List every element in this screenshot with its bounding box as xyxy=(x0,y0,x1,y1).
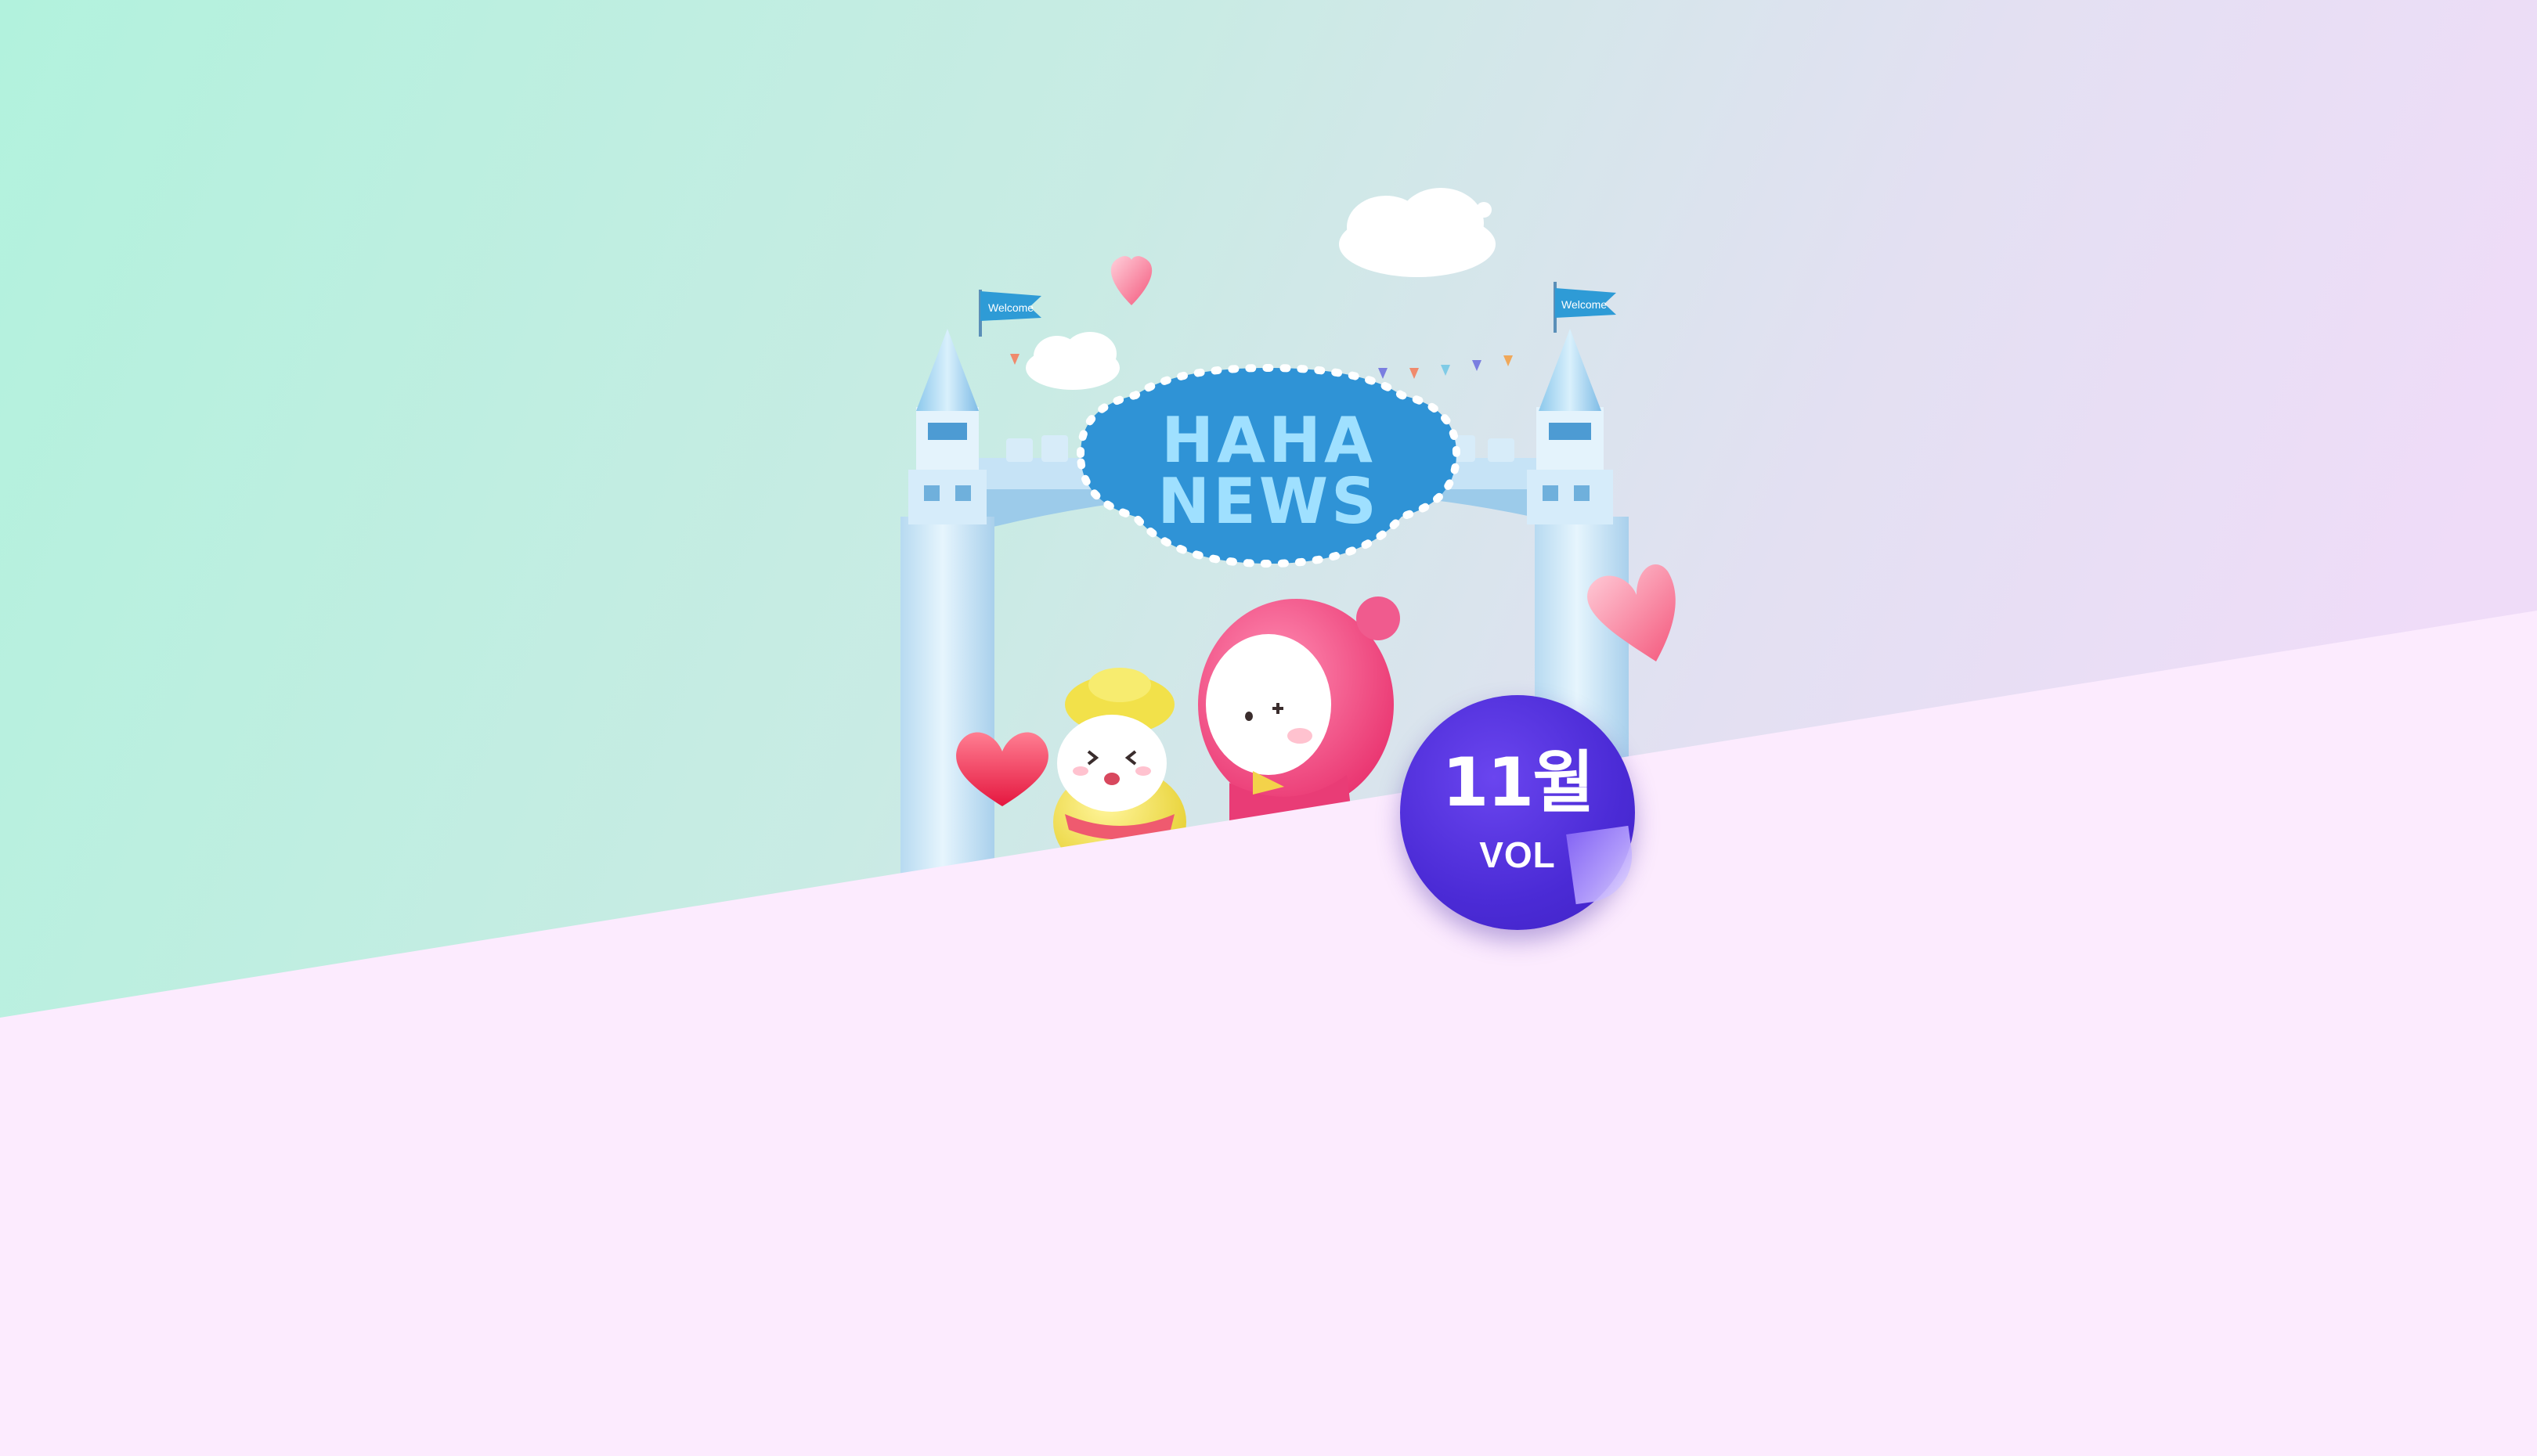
flag-left-label: Welcome xyxy=(988,301,1034,314)
flag-icon: Welcome xyxy=(980,291,1041,321)
flag-right-label: Welcome xyxy=(1561,298,1607,311)
month-badge: 11월 VOL xyxy=(1400,695,1638,930)
badge-vol: VOL xyxy=(1479,834,1556,875)
hero-banner: Welcome Welcome HAHA NEWS xyxy=(0,0,2537,1456)
badge-month: 11월 xyxy=(1442,744,1595,822)
sign-line2: NEWS xyxy=(1157,465,1379,538)
